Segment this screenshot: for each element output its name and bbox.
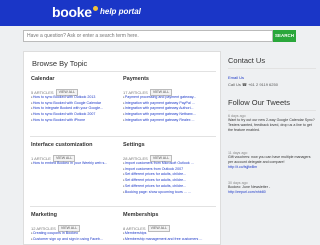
divider [30, 136, 216, 137]
sidebar: Contact Us Email Us Call Us ☎ +61 2 9119… [226, 51, 320, 245]
tweet-link[interactable]: http://t.co/fsjjfwBm [228, 165, 316, 169]
search-bar: SEARCH [23, 30, 296, 42]
article-link[interactable]: Booking page: show upcoming tours ... ..… [123, 190, 209, 196]
article-count: 12 ARTICLES [31, 225, 56, 231]
tweet-item: 30 days ago Bookeo: June Newsletter - ht… [228, 181, 316, 194]
divider [30, 71, 216, 72]
article-link[interactable]: How to sync Booked with iPhone [31, 118, 117, 124]
section-title: Interface customization [31, 142, 93, 148]
section-title: Marketing [31, 212, 57, 218]
brand-logo[interactable]: booke [52, 4, 98, 20]
topic-calendar: Calendar 5 ARTICLESVIEW ALL How to sync … [31, 76, 117, 124]
search-input[interactable] [23, 30, 273, 42]
search-button[interactable]: SEARCH [273, 30, 296, 42]
top-header: booke help portal [0, 0, 320, 26]
view-all-button[interactable]: VIEW ALL [147, 225, 170, 232]
divider [30, 206, 216, 207]
logo-dot-icon [92, 6, 98, 11]
tweet-link[interactable]: http://eepurl.com/nhb80 [228, 190, 316, 194]
article-link[interactable]: Payment processing and payment gateway..… [123, 95, 209, 101]
topic-marketing: Marketing 12 ARTICLESVIEW ALL Creating c… [31, 212, 117, 242]
article-count: 5 ARTICLES [31, 89, 54, 95]
browse-panel: Browse By Topic Calendar 5 ARTICLES VIEW … [23, 51, 221, 245]
topic-payments: Payments 17 ARTICLESVIEW ALL Payment pro… [123, 76, 209, 124]
section-title: Calendar [31, 76, 55, 82]
tweet-item: 6 days ago Want to try out our new 2-way… [228, 114, 316, 133]
article-count: 28 ARTICLES [123, 155, 148, 161]
section-title: Payments [123, 76, 149, 82]
topic-settings: Settings 28 ARTICLESVIEW ALL Import cust… [123, 142, 209, 195]
article-link[interactable]: Customer sign up and sign in using Faceb… [31, 237, 117, 243]
article-link[interactable]: How to embed Bookeo in your Weebly web s… [31, 161, 117, 167]
page-title: Browse By Topic [32, 59, 88, 68]
article-link[interactable]: Membership management and free customers… [123, 237, 209, 243]
tweet-item: 11 days ago Gift vouchers: now you can h… [228, 151, 316, 169]
tweet-text: Gift vouchers: now you can have multiple… [228, 155, 311, 164]
contact-title: Contact Us [228, 56, 266, 65]
portal-label: help portal [100, 7, 141, 16]
email-us-link[interactable]: Email Us [228, 75, 244, 80]
section-title: Settings [123, 142, 145, 148]
article-count: 8 ARTICLES [123, 225, 146, 231]
section-title: Memberships [123, 212, 159, 218]
divider [228, 110, 316, 111]
article-count: 1 ARTICLE [31, 155, 51, 161]
tweets-title: Follow Our Tweets [228, 98, 290, 107]
topic-memberships: Memberships 8 ARTICLESVIEW ALL Membershi… [123, 212, 209, 242]
topic-interface-customization: Interface customization 1 ARTICLE VIEW AL… [31, 142, 117, 167]
article-link[interactable]: Integration with payment gateway Realex … [123, 118, 209, 124]
call-us-text: Call Us ☎ +61 2 9119 6250 [228, 82, 278, 87]
tweet-text: Want to try out our new 2-way Google Cal… [228, 118, 315, 132]
divider [228, 68, 316, 69]
article-count: 17 ARTICLES [123, 89, 148, 95]
